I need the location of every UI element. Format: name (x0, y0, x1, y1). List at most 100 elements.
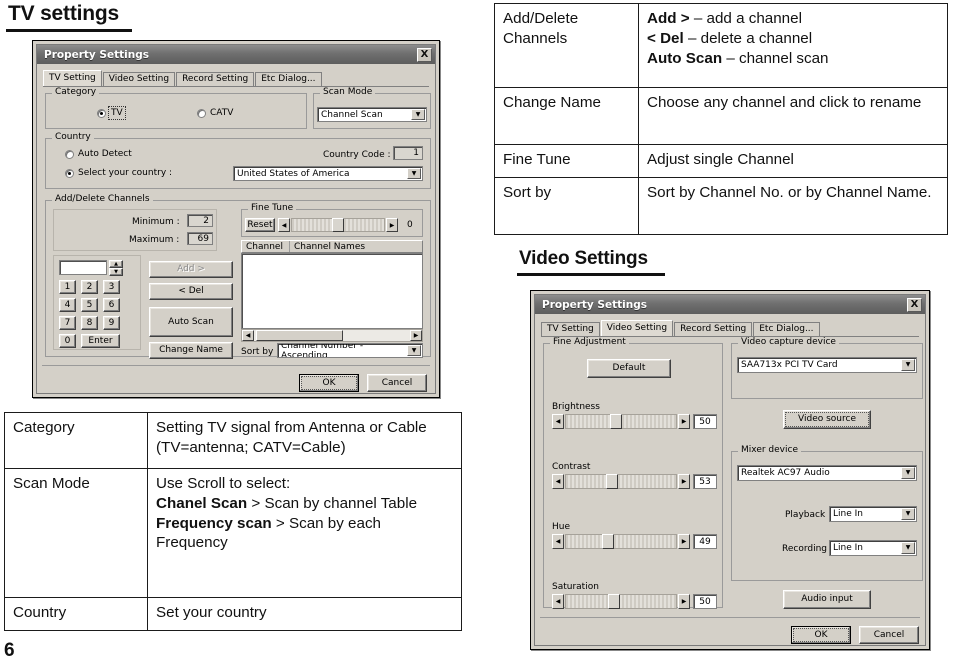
fine-tune-right-arrow-icon[interactable]: ▶ (386, 218, 398, 232)
chevron-down-icon[interactable]: ▼ (901, 467, 915, 479)
scan-mode-combobox[interactable]: Channel Scan ▼ (317, 107, 427, 122)
brightness-left-arrow-icon[interactable]: ◀ (552, 414, 564, 429)
hscroll-thumb[interactable] (256, 330, 344, 341)
channel-listbox[interactable] (241, 253, 423, 329)
radio-catv[interactable]: CATV (197, 108, 233, 118)
close-icon[interactable]: X (417, 47, 432, 62)
video-property-settings-dialog[interactable]: Property Settings X TV Setting Video Set… (530, 290, 930, 650)
chevron-down-icon[interactable]: ▼ (407, 345, 421, 356)
table-row: Category Setting TV signal from Antenna … (4, 412, 462, 469)
contrast-right-arrow-icon[interactable]: ▶ (678, 474, 690, 489)
fine-tune-slider[interactable]: ◀ ▶ (278, 218, 398, 232)
radio-select-country[interactable]: Select your country : (65, 168, 172, 178)
saturation-thumb[interactable] (608, 594, 620, 609)
hue-value-box: 49 (693, 534, 717, 549)
keypad-enter-button[interactable]: Enter (81, 334, 120, 348)
radio-auto-detect[interactable]: Auto Detect (65, 149, 132, 159)
hue-slider[interactable]: ◀ ▶ (552, 534, 690, 549)
video-source-button[interactable]: Video source (783, 410, 871, 429)
tab-etc-dialog[interactable]: Etc Dialog... (255, 71, 322, 87)
keypad-key-7[interactable]: 7 (59, 316, 76, 330)
tv-dialog-tabstrip[interactable]: TV Setting Video Setting Record Setting … (43, 69, 429, 87)
maximum-value: 69 (197, 233, 209, 244)
brightness-thumb[interactable] (610, 414, 622, 429)
fine-tune-left-arrow-icon[interactable]: ◀ (278, 218, 290, 232)
keypad-key-8[interactable]: 8 (81, 316, 98, 330)
keypad-key-4[interactable]: 4 (59, 298, 76, 312)
chevron-down-icon[interactable]: ▼ (411, 109, 425, 120)
scroll-left-arrow-icon[interactable]: ◀ (242, 330, 254, 341)
tab-tv-setting[interactable]: TV Setting (541, 321, 600, 337)
close-icon[interactable]: X (907, 297, 922, 312)
country-combobox[interactable]: United States of America ▼ (233, 166, 423, 181)
brightness-slider[interactable]: ◀ ▶ (552, 414, 690, 429)
tv-property-settings-dialog[interactable]: Property Settings X TV Setting Video Set… (32, 40, 440, 398)
saturation-right-arrow-icon[interactable]: ▶ (678, 594, 690, 609)
keypad-key-9[interactable]: 9 (103, 316, 120, 330)
delete-channel-button[interactable]: < Del (149, 283, 233, 300)
keypad-key-1[interactable]: 1 (59, 280, 76, 294)
contrast-thumb[interactable] (606, 474, 618, 489)
saturation-slider[interactable]: ◀ ▶ (552, 594, 690, 609)
fine-tune-reset-button[interactable]: Reset (245, 218, 275, 232)
ok-button[interactable]: OK (299, 374, 359, 392)
hue-left-arrow-icon[interactable]: ◀ (552, 534, 564, 549)
saturation-left-arrow-icon[interactable]: ◀ (552, 594, 564, 609)
hscroll-track[interactable] (254, 330, 410, 341)
hue-thumb[interactable] (602, 534, 614, 549)
radio-tv[interactable]: TV (97, 106, 126, 120)
keypad-key-5[interactable]: 5 (81, 298, 98, 312)
tab-record-setting[interactable]: Record Setting (176, 71, 255, 87)
video-capture-combobox[interactable]: SAA713x PCI TV Card ▼ (737, 357, 917, 373)
recording-combobox[interactable]: Line In ▼ (829, 540, 917, 556)
tv-dialog-titlebar[interactable]: Property Settings X (37, 45, 435, 64)
row-key-change-name: Change Name (494, 87, 639, 145)
tab-tv-setting[interactable]: TV Setting (43, 69, 102, 86)
keypad-key-3[interactable]: 3 (103, 280, 120, 294)
ok-button[interactable]: OK (791, 626, 851, 644)
country-code-field[interactable]: 1 (393, 146, 423, 160)
country-group-legend: Country (52, 133, 94, 142)
audio-input-button[interactable]: Audio input (783, 590, 871, 609)
sort-by-combobox[interactable]: Channel Number - Ascending ▼ (277, 343, 423, 358)
chevron-down-icon[interactable]: ▼ (407, 168, 421, 179)
row-line-rest: Adjust single Channel (647, 151, 794, 168)
row-value-change-name: Choose any channel and click to rename (638, 87, 948, 145)
keypad-key-0[interactable]: 0 (59, 334, 76, 348)
chevron-down-icon[interactable]: ▼ (901, 508, 915, 520)
keypad-key-6[interactable]: 6 (103, 298, 120, 312)
mixer-device-combobox[interactable]: Realtek AC97 Audio ▼ (737, 465, 917, 481)
playback-combobox[interactable]: Line In ▼ (829, 506, 917, 522)
video-dialog-titlebar[interactable]: Property Settings X (535, 295, 925, 314)
spinner-down-button[interactable]: ▼ (109, 268, 123, 276)
spinner-up-button[interactable]: ▲ (109, 260, 123, 268)
brightness-right-arrow-icon[interactable]: ▶ (678, 414, 690, 429)
tab-video-setting[interactable]: Video Setting (600, 319, 674, 336)
cancel-button[interactable]: Cancel (367, 374, 427, 392)
sort-by-value: Channel Number - Ascending (281, 343, 364, 358)
row-value-sort-by: Sort by Channel No. or by Channel Name. (638, 177, 948, 235)
change-name-button[interactable]: Change Name (149, 342, 233, 359)
chevron-down-icon[interactable]: ▼ (901, 542, 915, 554)
add-channel-button[interactable]: Add > (149, 261, 233, 278)
fine-tune-thumb[interactable] (332, 218, 344, 232)
scroll-right-arrow-icon[interactable]: ▶ (410, 330, 422, 341)
tv-settings-description-table-left: Category Setting TV signal from Antenna … (4, 412, 462, 631)
page-number: 6 (4, 640, 15, 661)
channel-number-input[interactable] (59, 260, 107, 275)
chevron-down-icon[interactable]: ▼ (901, 359, 915, 371)
video-dialog-tabstrip[interactable]: TV Setting Video Setting Record Setting … (541, 319, 919, 337)
channel-list-hscrollbar[interactable]: ◀ ▶ (241, 329, 423, 342)
cancel-button[interactable]: Cancel (859, 626, 919, 644)
tab-etc-dialog[interactable]: Etc Dialog... (753, 321, 820, 337)
tab-video-setting[interactable]: Video Setting (102, 71, 176, 87)
keypad-key-2[interactable]: 2 (81, 280, 98, 294)
hue-right-arrow-icon[interactable]: ▶ (678, 534, 690, 549)
row-line-rest: – channel scan (722, 49, 829, 67)
auto-scan-button[interactable]: Auto Scan (149, 307, 233, 337)
contrast-slider[interactable]: ◀ ▶ (552, 474, 690, 489)
contrast-left-arrow-icon[interactable]: ◀ (552, 474, 564, 489)
tab-record-setting[interactable]: Record Setting (674, 321, 753, 337)
default-button[interactable]: Default (587, 359, 671, 378)
row-line: Setting TV signal from Antenna or Cable … (156, 418, 453, 458)
